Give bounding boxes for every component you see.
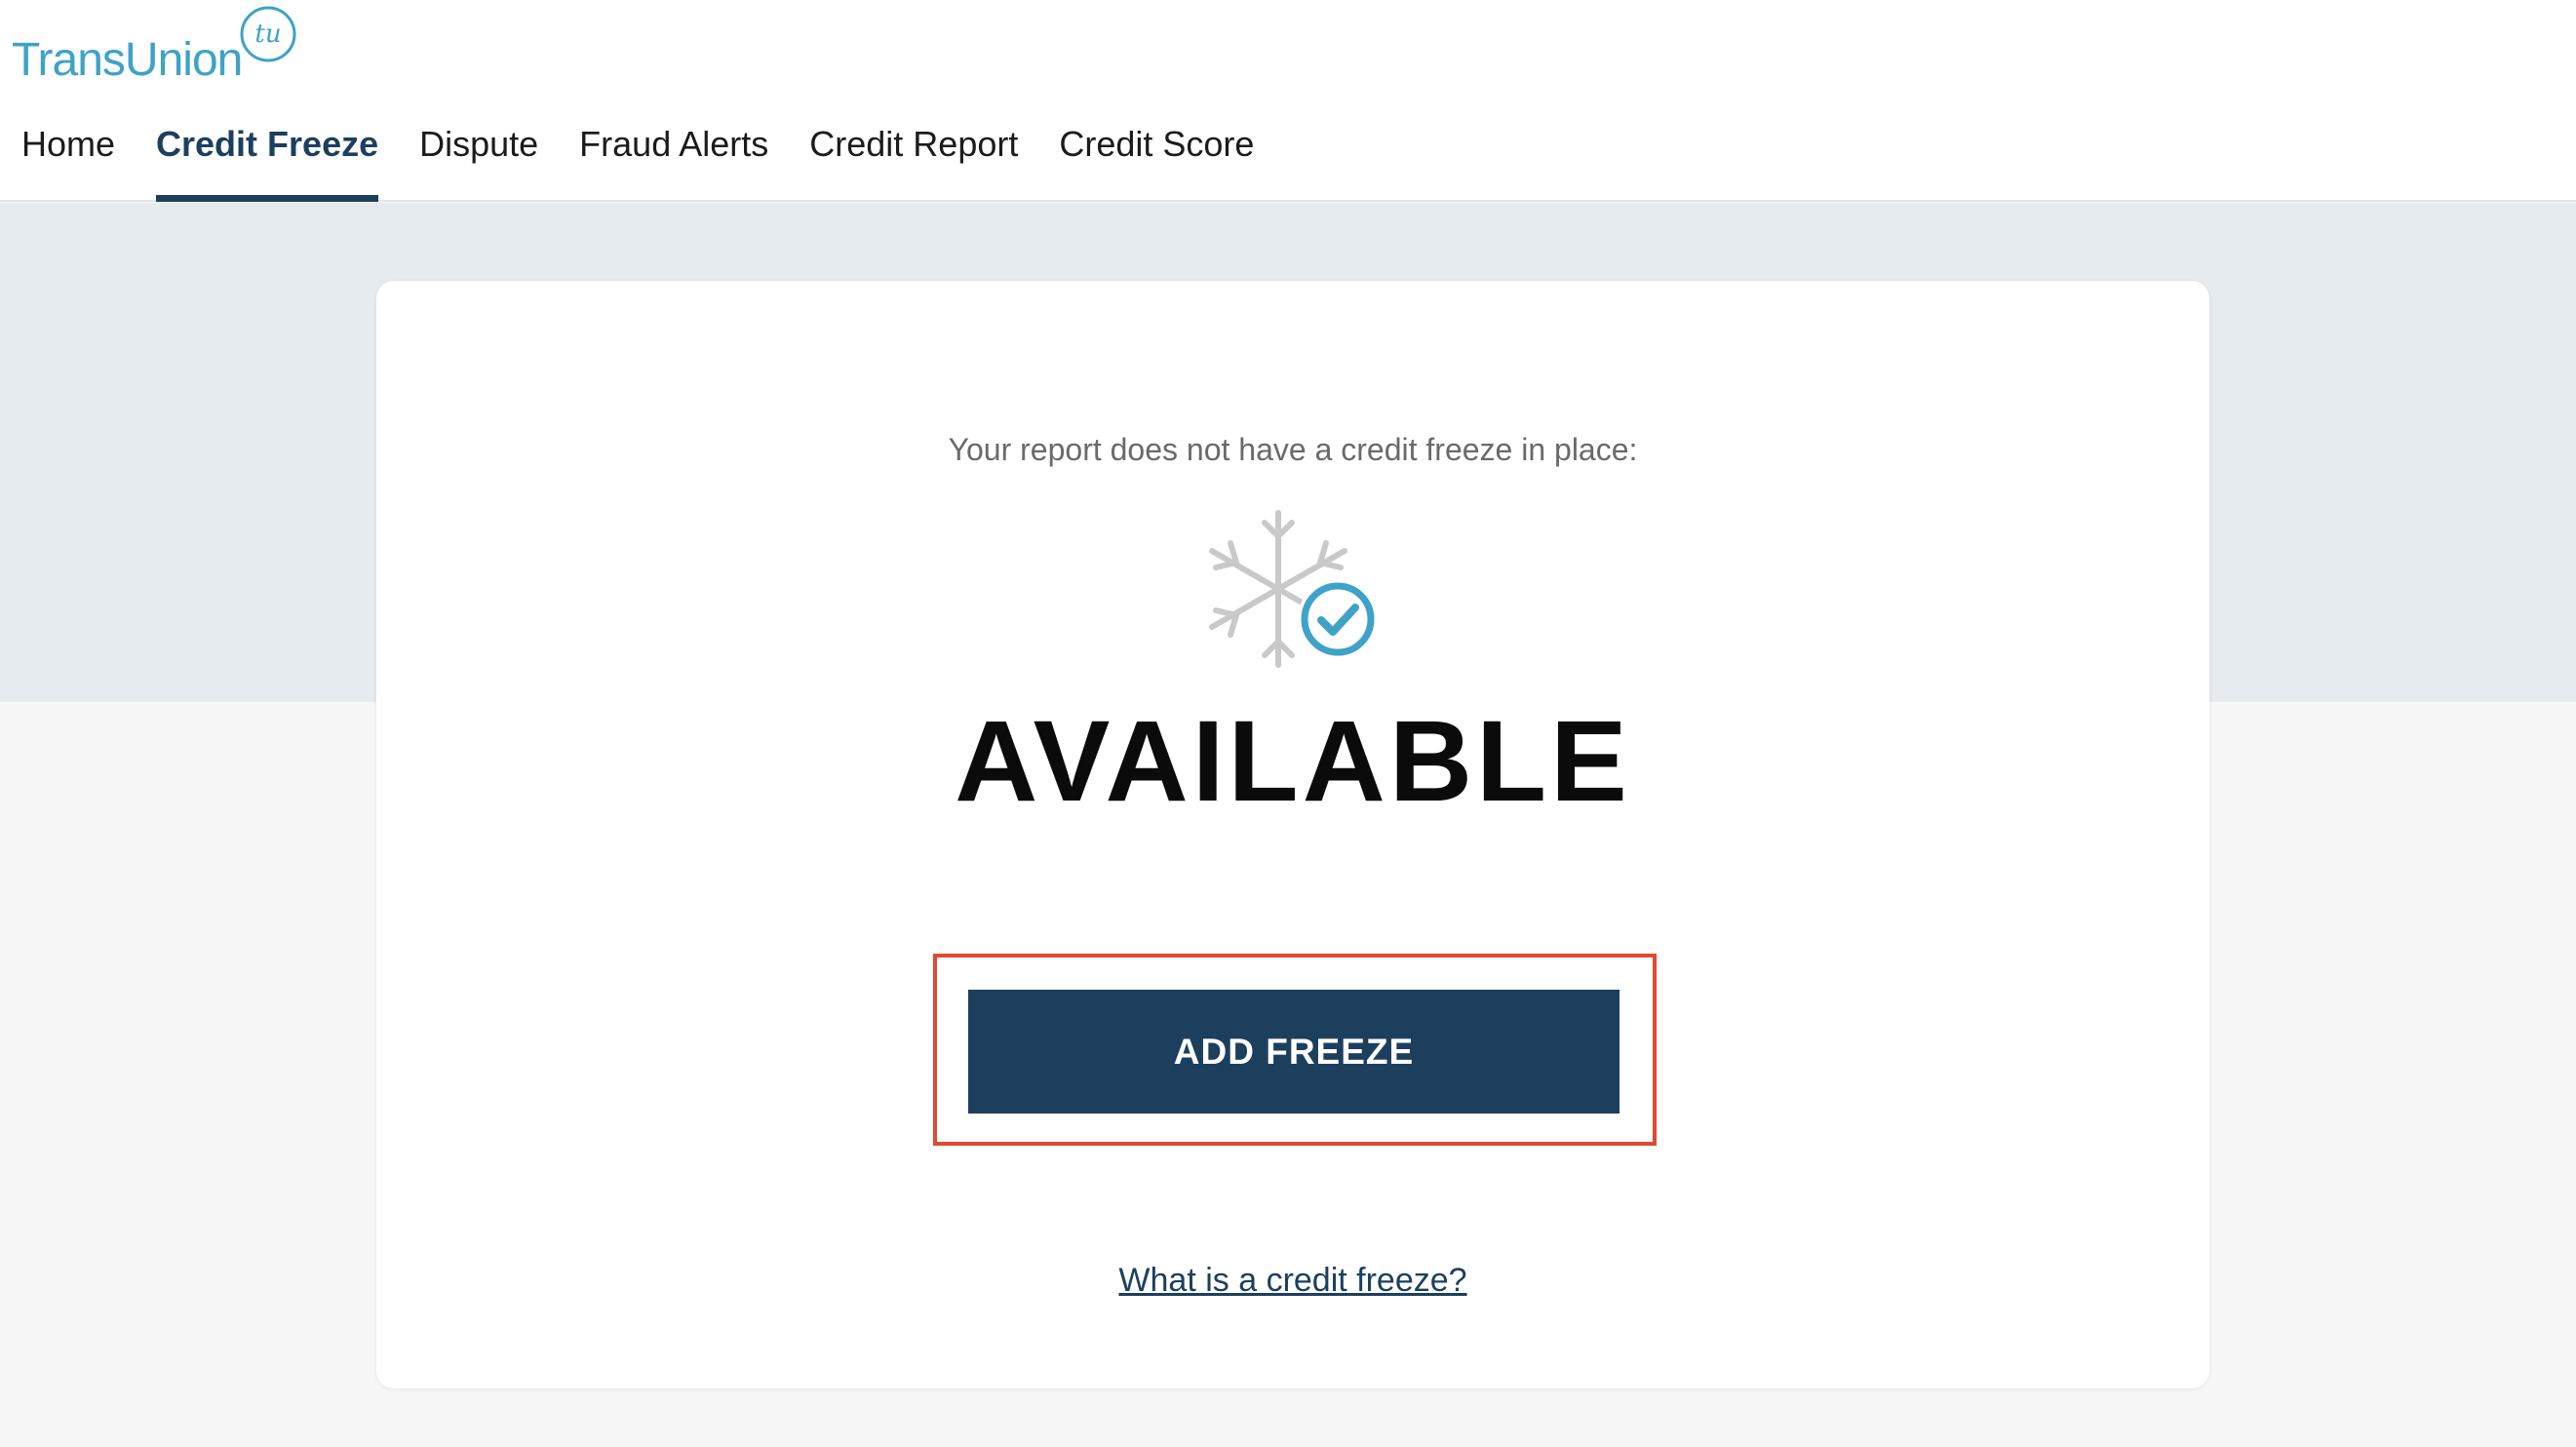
add-freeze-button[interactable]: ADD FREEZE: [968, 990, 1620, 1114]
logo-mark-text: tu: [254, 20, 281, 49]
nav-home[interactable]: Home: [21, 117, 115, 202]
nav-dispute[interactable]: Dispute: [419, 117, 538, 202]
logo-wordmark: TransUnion: [12, 34, 243, 86]
freeze-intro-text: Your report does not have a credit freez…: [948, 432, 1638, 467]
snowflake-check-icon: [1209, 510, 1378, 668]
freeze-status-card: Your report does not have a credit freez…: [376, 281, 2209, 1388]
nav-credit-report[interactable]: Credit Report: [809, 117, 1018, 202]
nav-credit-freeze[interactable]: Credit Freeze: [156, 117, 379, 202]
what-is-credit-freeze-link[interactable]: What is a credit freeze?: [1118, 1262, 1466, 1299]
main-nav: Home Credit Freeze Dispute Fraud Alerts …: [21, 117, 1295, 202]
credit-freeze-help: What is a credit freeze?: [376, 1262, 2209, 1300]
top-header: TransUnion tu Home Credit Freeze Dispute…: [0, 0, 2576, 202]
transunion-logo[interactable]: TransUnion tu: [12, 4, 296, 86]
freeze-status-label: AVAILABLE: [955, 697, 1631, 826]
nav-credit-score[interactable]: Credit Score: [1059, 117, 1254, 202]
tu-logo-icon: tu: [240, 6, 296, 62]
nav-fraud-alerts[interactable]: Fraud Alerts: [579, 117, 768, 202]
